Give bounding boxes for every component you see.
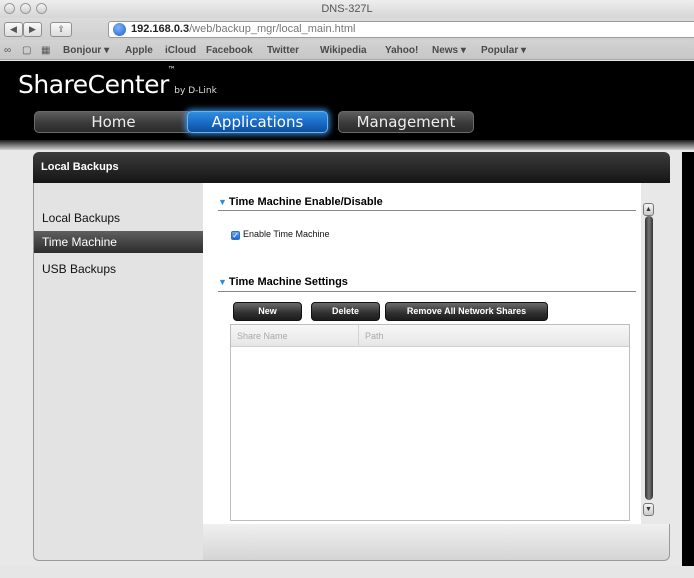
bookmark-apple[interactable]: Apple bbox=[125, 45, 153, 56]
sharecenter-logo: ShareCenter™by D-Link bbox=[18, 64, 217, 99]
panel-title: Local Backups bbox=[41, 161, 119, 173]
sidebar: Local Backups Time Machine USB Backups bbox=[33, 183, 203, 561]
section-divider bbox=[218, 291, 636, 292]
column-share-name[interactable]: Share Name bbox=[231, 325, 358, 347]
bookmark-bonjour[interactable]: Bonjour ▾ bbox=[63, 45, 109, 56]
bookmark-popular[interactable]: Popular ▾ bbox=[481, 45, 526, 56]
forward-button[interactable]: ▶ bbox=[23, 22, 42, 37]
collapse-triangle-icon: ▼ bbox=[218, 277, 227, 287]
new-button[interactable]: New bbox=[233, 302, 302, 321]
section-settings[interactable]: ▼ Time Machine Settings bbox=[218, 276, 348, 288]
panel-footer bbox=[203, 524, 670, 561]
bookmark-icloud[interactable]: iCloud bbox=[165, 45, 196, 56]
app-header: ShareCenter™by D-Link Home Applications … bbox=[0, 61, 694, 140]
url-text: 192.168.0.3/web/backup_mgr/local_main.ht… bbox=[131, 23, 356, 35]
nav-applications[interactable]: Applications bbox=[187, 111, 328, 133]
bookmarks-icon[interactable]: ▢ bbox=[22, 45, 31, 56]
section-divider bbox=[218, 210, 636, 211]
scroll-up-arrow-icon[interactable]: ▲ bbox=[643, 203, 654, 216]
header-divider bbox=[0, 140, 694, 150]
section-enable-disable[interactable]: ▼ Time Machine Enable/Disable bbox=[218, 196, 383, 208]
nav-management[interactable]: Management bbox=[338, 111, 474, 133]
bookmark-twitter[interactable]: Twitter bbox=[267, 45, 299, 56]
bookmark-news[interactable]: News ▾ bbox=[432, 45, 466, 56]
sidebar-item-time-machine[interactable]: Time Machine bbox=[34, 231, 203, 253]
window-title: DNS-327L bbox=[321, 3, 373, 15]
content-area: ▼ Time Machine Enable/Disable ✓ Enable Tim… bbox=[203, 183, 641, 524]
delete-button[interactable]: Delete bbox=[311, 302, 380, 321]
address-bar[interactable]: 192.168.0.3/web/backup_mgr/local_main.ht… bbox=[108, 21, 694, 38]
content-scrollbar[interactable]: ▲ ▼ bbox=[643, 200, 655, 517]
page-edge bbox=[682, 152, 694, 566]
column-path[interactable]: Path bbox=[359, 325, 629, 347]
bookmark-wikipedia[interactable]: Wikipedia bbox=[320, 45, 367, 56]
bookmark-yahoo[interactable]: Yahoo! bbox=[385, 45, 418, 56]
sidebar-item-local-backups[interactable]: Local Backups bbox=[34, 207, 203, 229]
panel-header: Local Backups bbox=[33, 152, 670, 183]
enable-time-machine-checkbox[interactable]: ✓ Enable Time Machine bbox=[231, 229, 330, 240]
table-header: Share Name Path bbox=[231, 325, 629, 347]
top-sites-icon[interactable]: ▦ bbox=[41, 45, 50, 56]
scroll-down-arrow-icon[interactable]: ▼ bbox=[643, 503, 654, 516]
shares-table: Share Name Path bbox=[230, 324, 630, 521]
checkbox-checked-icon: ✓ bbox=[231, 231, 240, 240]
bookmark-facebook[interactable]: Facebook bbox=[206, 45, 253, 56]
bookmarks-bar: ∞ ▢ ▦ Bonjour ▾ Apple iCloud Facebook Tw… bbox=[0, 40, 694, 60]
collapse-triangle-icon: ▼ bbox=[218, 197, 227, 207]
remove-all-network-shares-button[interactable]: Remove All Network Shares bbox=[385, 302, 548, 321]
browser-toolbar: ◀ ▶ ⇪ 192.168.0.3/web/backup_mgr/local_m… bbox=[0, 18, 694, 40]
reading-list-icon[interactable]: ∞ bbox=[4, 45, 11, 56]
nav-home[interactable]: Home bbox=[34, 111, 193, 133]
window-titlebar: DNS-327L bbox=[0, 0, 694, 18]
sidebar-item-usb-backups[interactable]: USB Backups bbox=[34, 258, 203, 280]
back-button[interactable]: ◀ bbox=[4, 22, 23, 37]
scrollbar-thumb[interactable] bbox=[645, 216, 653, 500]
globe-icon bbox=[113, 23, 126, 36]
share-icon[interactable]: ⇪ bbox=[50, 22, 72, 37]
page-bottom bbox=[0, 566, 694, 578]
